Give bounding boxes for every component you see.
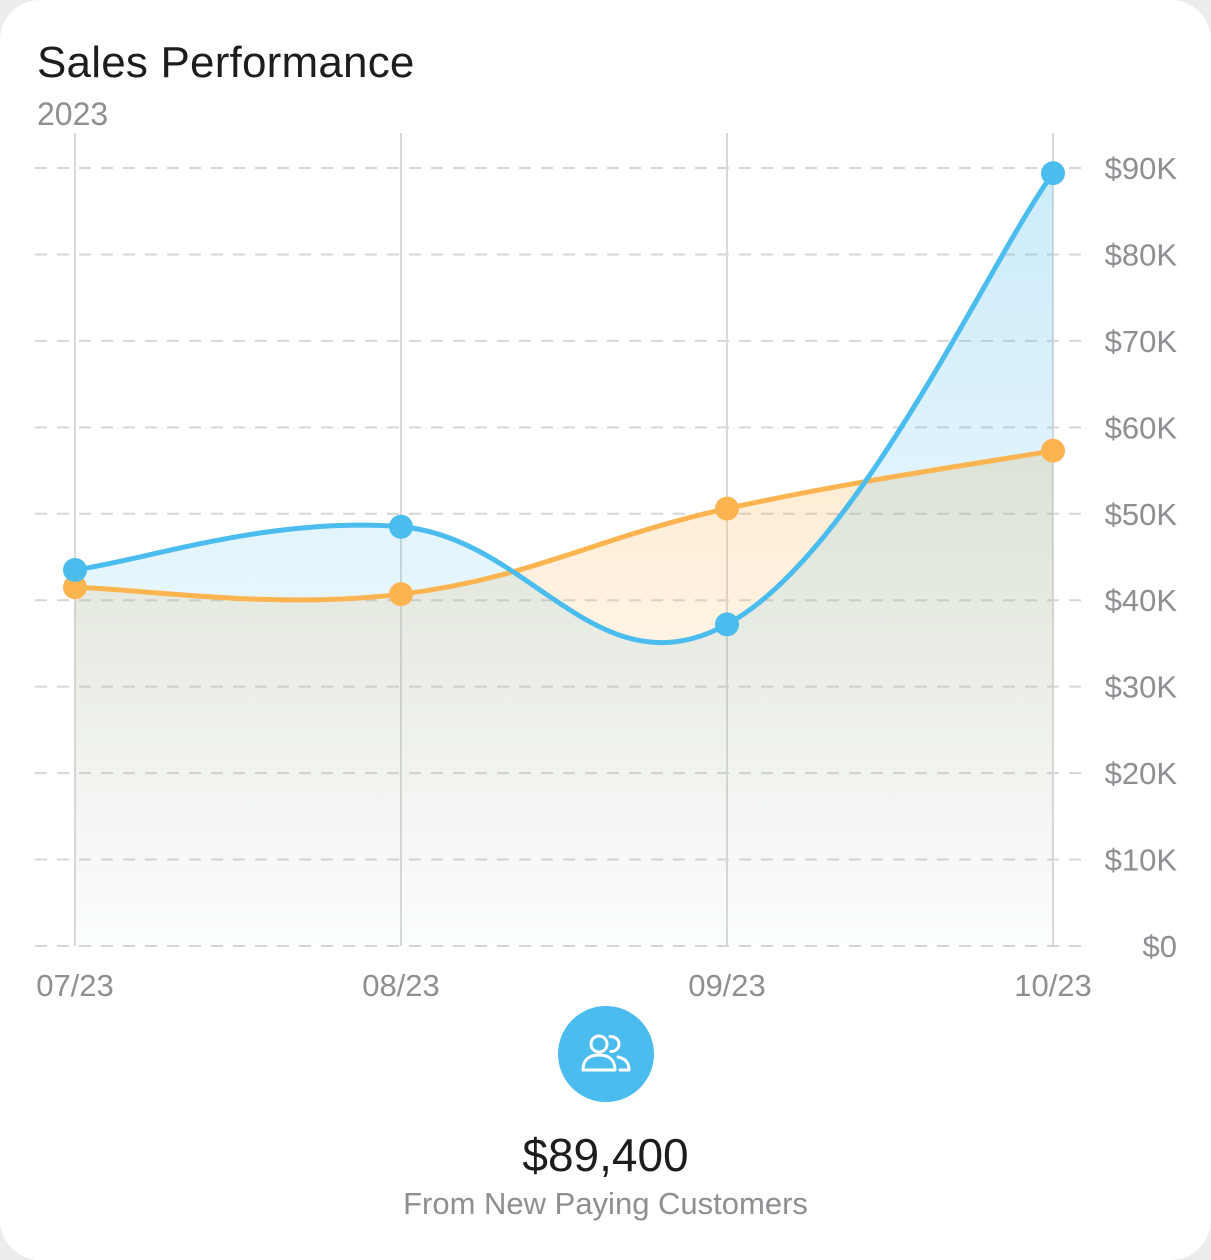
y-tick-label: $40K — [1105, 583, 1178, 618]
summary-label: From New Paying Customers — [403, 1186, 808, 1221]
summary-users-badge — [558, 1006, 654, 1102]
sales-chart: $90K $80K $70K $60K $50K $40K $30K $20K $10K $0 0… — [35, 133, 1178, 1003]
area-layer — [75, 173, 1053, 947]
x-tick-label: 07/23 — [36, 968, 114, 1003]
sales-performance-card: Sales Performance 2023 $90K $80K $70K $60K $… — [0, 0, 1211, 1260]
series-1-point — [715, 612, 739, 637]
y-tick-label: $0 — [1143, 929, 1177, 964]
y-axis-ticks: $90K $80K $70K $60K $50K $40K $30K $20K $10K $0 — [1105, 151, 1178, 964]
y-tick-label: $20K — [1105, 756, 1178, 791]
y-tick-label: $10K — [1105, 843, 1178, 878]
series-1-point — [63, 557, 87, 582]
x-tick-label: 10/23 — [1014, 968, 1092, 1003]
series-2-point — [715, 496, 739, 521]
y-tick-label: $60K — [1105, 410, 1178, 445]
summary-value: $89,400 — [522, 1129, 689, 1181]
x-tick-label: 08/23 — [362, 968, 440, 1003]
series-2-point — [389, 582, 413, 607]
series-2-point — [1041, 438, 1065, 463]
y-tick-label: $90K — [1105, 151, 1178, 186]
series-1-point — [1041, 161, 1065, 186]
y-tick-label: $80K — [1105, 237, 1178, 272]
series-1-point — [389, 514, 413, 539]
x-tick-label: 09/23 — [688, 968, 766, 1003]
y-tick-label: $50K — [1105, 497, 1178, 532]
y-tick-label: $30K — [1105, 670, 1178, 705]
y-tick-label: $70K — [1105, 324, 1178, 359]
users-icon — [581, 1034, 631, 1072]
x-axis-ticks: 07/23 08/23 09/23 10/23 — [36, 968, 1092, 1003]
